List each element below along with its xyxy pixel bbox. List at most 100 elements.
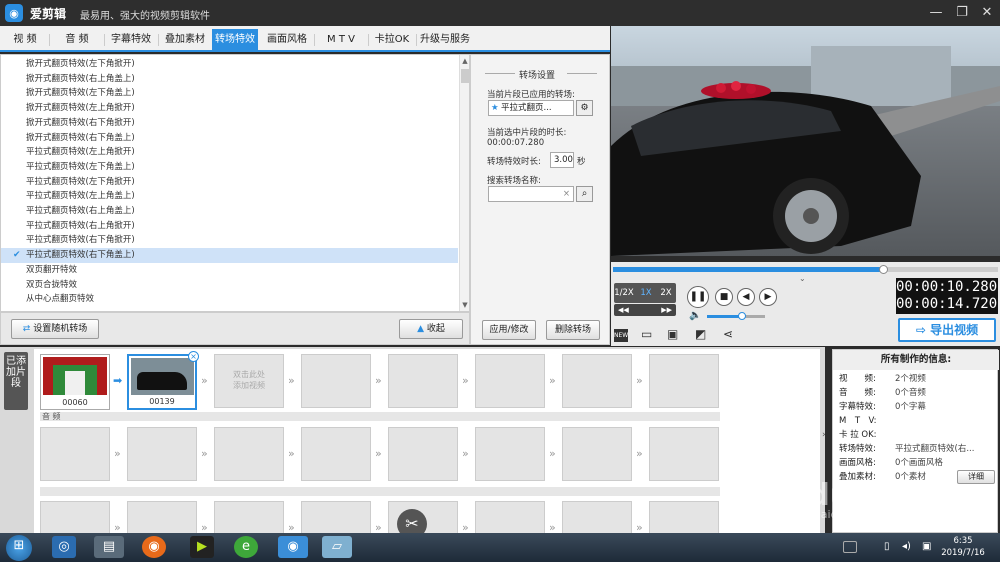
file-explorer-icon[interactable]: ▤ <box>94 536 124 558</box>
save-icon[interactable]: ▣ <box>667 327 678 341</box>
aijianji-taskbar-icon[interactable]: ◉ <box>278 536 308 558</box>
step-back-icon[interactable]: ◀◀ <box>618 304 629 316</box>
tab-style[interactable]: 画面风格 <box>262 29 312 50</box>
empty-slot[interactable] <box>388 354 458 408</box>
tab-transition[interactable]: 转场特效 <box>212 29 258 50</box>
network-icon[interactable]: ▣ <box>922 541 931 552</box>
clock[interactable]: 6:35 2019/7/16 <box>941 535 985 559</box>
expand-panel-icon[interactable]: › <box>822 430 826 440</box>
playback-progress-bar[interactable] <box>613 267 998 272</box>
speed-2x-button[interactable]: 2X <box>656 286 676 300</box>
empty-slot[interactable] <box>301 354 371 408</box>
tab-subtitle[interactable]: 字幕特效 <box>106 29 156 50</box>
next-frame-icon[interactable]: ▶ <box>759 288 777 306</box>
tab-mtv[interactable]: M T V <box>316 29 366 50</box>
scroll-down-icon[interactable]: ▼ <box>461 301 469 309</box>
clip-thumbnail-selected[interactable]: 00139 × <box>127 351 199 410</box>
transition-item[interactable]: 平拉式翻页特效(右上角掀开) <box>1 219 458 234</box>
transition-item[interactable]: 掀开式翻页特效(左上角掀开) <box>1 101 458 116</box>
apply-button[interactable]: 应用/修改 <box>482 320 536 340</box>
transition-item[interactable]: 双页翻开特效 <box>1 263 458 278</box>
empty-slot[interactable] <box>40 427 110 481</box>
export-video-button[interactable]: ⇨ 导出视频 <box>898 318 996 342</box>
transition-arrow-icon[interactable]: ➡ <box>113 375 123 387</box>
transition-item[interactable]: 平拉式翻页特效(左下角掀开) <box>1 175 458 190</box>
video-editor-icon[interactable]: ▶ <box>190 536 214 558</box>
empty-slot[interactable] <box>388 427 458 481</box>
transition-item[interactable]: 从中心点翻页特效 <box>1 292 458 307</box>
transition-item[interactable]: 掀开式翻页特效(右上角盖上) <box>1 72 458 87</box>
pause-icon[interactable]: ❚❚ <box>687 286 709 308</box>
tab-video[interactable]: 视 频 <box>4 29 46 50</box>
empty-slot[interactable] <box>649 427 719 481</box>
delete-transition-button[interactable]: 删除转场 <box>546 320 600 340</box>
transition-item[interactable]: 掀开式翻页特效(右下角盖上) <box>1 131 458 146</box>
transition-item[interactable]: 平拉式翻页特效(左下角盖上) <box>1 160 458 175</box>
transition-settings-icon[interactable]: ⚙ <box>576 100 593 116</box>
empty-slot[interactable] <box>301 427 371 481</box>
empty-slot[interactable] <box>127 427 197 481</box>
minimize-button[interactable]: — <box>925 3 947 23</box>
new-project-icon[interactable]: NEW <box>614 329 628 342</box>
keyboard-icon[interactable] <box>843 541 857 553</box>
transition-item[interactable]: 平拉式翻页特效(右上角盖上) <box>1 204 458 219</box>
search-input[interactable]: × <box>488 186 574 202</box>
transition-item[interactable]: 掀开式翻页特效(左下角盖上) <box>1 86 458 101</box>
search-icon[interactable]: ⌕ <box>576 186 593 202</box>
tab-overlay[interactable]: 叠加素材 <box>160 29 210 50</box>
step-forward-icon[interactable]: ▶▶ <box>661 304 672 316</box>
share-icon[interactable]: ⋖ <box>723 327 733 341</box>
scroll-up-icon[interactable]: ▲ <box>461 57 469 65</box>
close-button[interactable]: ✕ <box>976 3 998 23</box>
start-button-icon[interactable]: ⊞ <box>6 535 32 561</box>
media-player-icon[interactable]: ◎ <box>52 536 76 558</box>
detail-button[interactable]: 详细 <box>957 470 995 484</box>
empty-slot[interactable] <box>214 427 284 481</box>
video-preview[interactable] <box>611 26 1000 256</box>
browser-icon[interactable]: e <box>234 536 258 558</box>
empty-slot[interactable] <box>562 354 632 408</box>
transition-item-selected[interactable]: ✔ 平拉式翻页特效(右下角盖上) <box>1 248 458 263</box>
added-clips-tab[interactable]: 已添加片段 <box>4 352 28 410</box>
prev-frame-icon[interactable]: ◀ <box>737 288 755 306</box>
volume-handle[interactable] <box>737 312 746 320</box>
transition-item[interactable]: 平拉式翻页特效(右下角掀开) <box>1 233 458 248</box>
scroll-thumb[interactable] <box>461 69 469 83</box>
notes-icon[interactable]: ▱ <box>322 536 352 558</box>
empty-slot[interactable] <box>475 354 545 408</box>
effect-duration-input[interactable]: 3.00 <box>550 152 574 168</box>
tab-karaoke[interactable]: 卡拉OK <box>370 29 414 50</box>
save-as-icon[interactable]: ◩ <box>695 327 706 341</box>
list-scrollbar[interactable]: ▲ ▼ <box>459 55 469 311</box>
speaker-icon[interactable]: ◂) <box>902 541 911 552</box>
speed-1x-button[interactable]: 1X <box>636 286 656 300</box>
empty-slot[interactable] <box>475 427 545 481</box>
tab-audio[interactable]: 音 频 <box>52 29 102 50</box>
clear-icon[interactable]: × <box>563 187 570 201</box>
progress-handle[interactable] <box>878 265 888 274</box>
volume-slider[interactable] <box>707 315 765 318</box>
add-video-slot[interactable]: 双击此处 添加视频 <box>214 354 284 408</box>
clip-thumbnail[interactable]: 00060 <box>40 354 110 410</box>
info-value: 平拉式翻页特效(右... <box>895 444 975 454</box>
transition-item[interactable]: 平拉式翻页特效(左上角盖上) <box>1 189 458 204</box>
open-folder-icon[interactable]: ▭ <box>641 327 652 341</box>
restore-button[interactable]: ❐ <box>951 3 973 23</box>
frame-step-bar[interactable]: ◀◀ ▶▶ <box>614 304 676 316</box>
tab-upgrade[interactable]: 升级与服务 <box>418 29 472 50</box>
transition-item[interactable]: 掀开式翻页特效(右下角掀开) <box>1 116 458 131</box>
empty-slot[interactable] <box>649 354 719 408</box>
collapse-button[interactable]: ▲ 收起 <box>399 319 463 339</box>
speed-half-button[interactable]: 1/2X <box>614 286 634 300</box>
firefox-icon[interactable]: ◉ <box>142 536 166 558</box>
remove-clip-icon[interactable]: × <box>188 351 199 362</box>
device-icon[interactable]: ▯ <box>884 541 890 552</box>
volume-icon[interactable]: 🔈 <box>689 310 701 321</box>
empty-slot[interactable] <box>562 427 632 481</box>
transition-item[interactable]: 平拉式翻页特效(左上角掀开) <box>1 145 458 160</box>
stop-icon[interactable]: ■ <box>715 288 733 306</box>
transition-item[interactable]: 双页合拢特效 <box>1 278 458 293</box>
expand-chevron-icon[interactable]: ⌄ <box>799 274 806 283</box>
random-transition-button[interactable]: ⇄ 设置随机转场 <box>11 319 99 339</box>
transition-item[interactable]: 掀开式翻页特效(左下角掀开) <box>1 57 458 72</box>
